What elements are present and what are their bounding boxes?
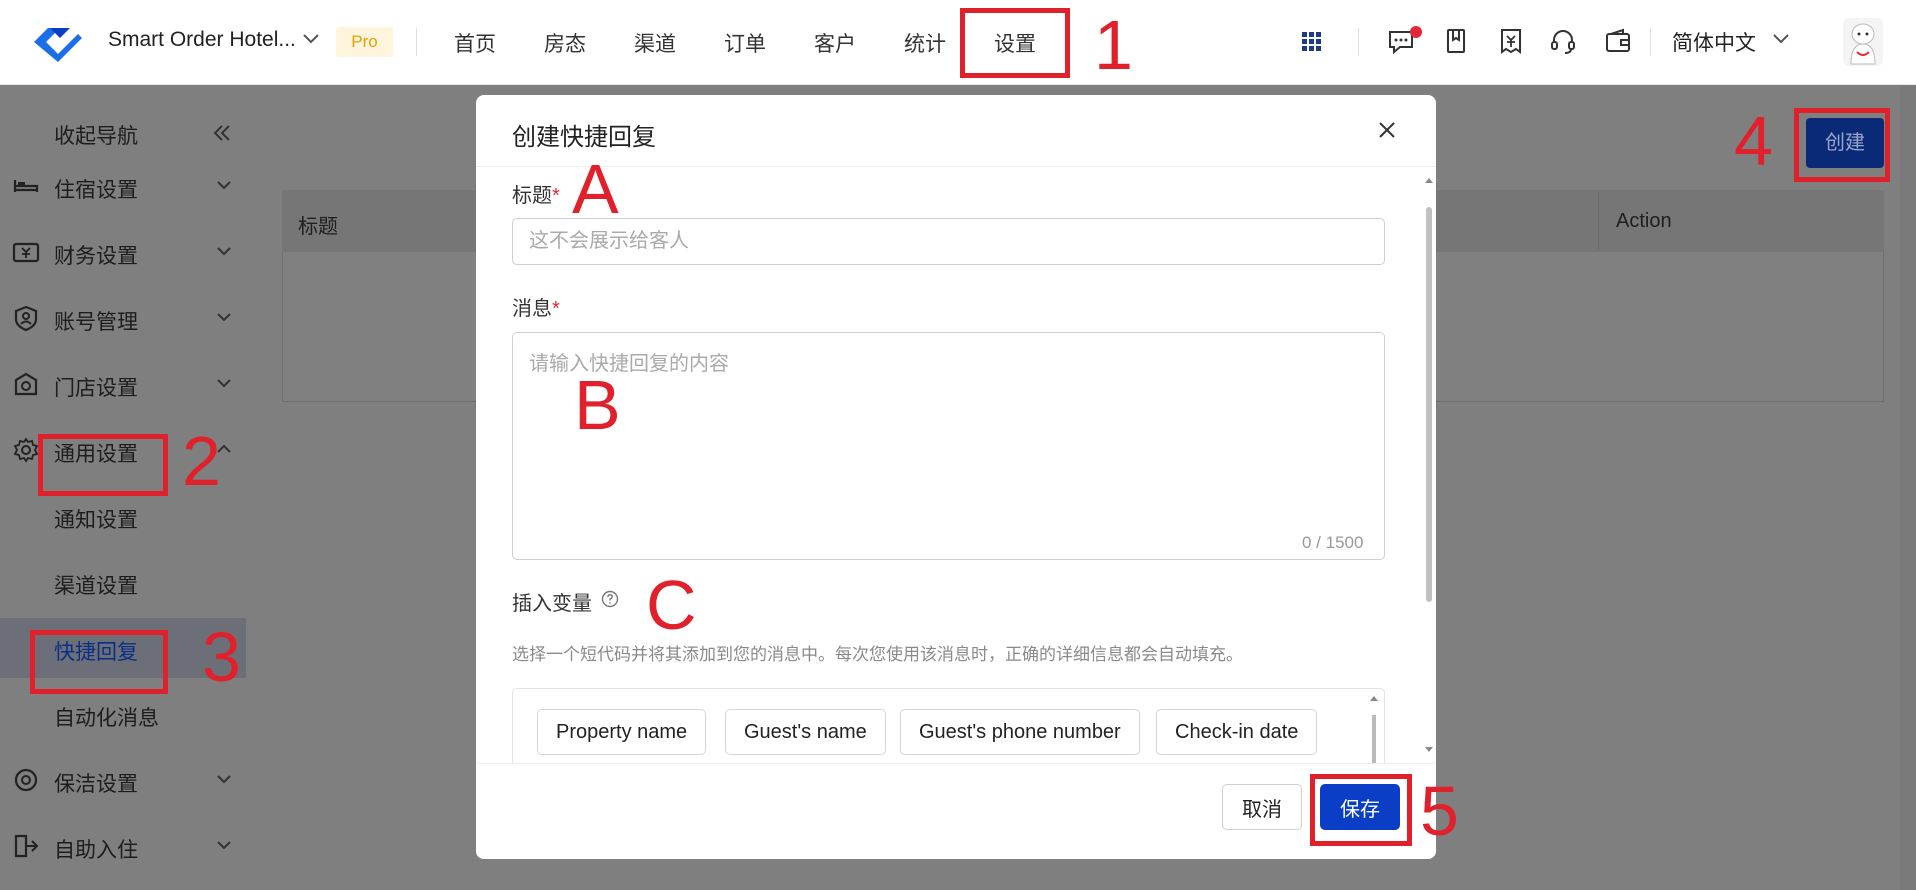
annotation-number-5: 5 xyxy=(1420,772,1459,850)
bed-icon xyxy=(13,180,39,192)
dialog-title: 创建快捷回复 xyxy=(512,124,656,151)
required-asterisk: * xyxy=(552,298,560,320)
chips-scrollbar[interactable] xyxy=(1369,693,1379,765)
dialog-scrollbar[interactable] xyxy=(1422,175,1436,759)
column-header-action: Action xyxy=(1616,210,1672,232)
wallet-icon[interactable] xyxy=(1603,26,1633,56)
divider xyxy=(1598,192,1599,250)
chevron-down-icon xyxy=(217,841,231,850)
sidebar-item-label: 住宿设置 xyxy=(54,179,138,202)
sidebar-item-lodging[interactable]: 住宿设置 xyxy=(0,156,246,216)
variable-chip-property-name[interactable]: Property name xyxy=(537,709,707,755)
sidebar-item-account[interactable]: 账号管理 xyxy=(0,288,246,348)
annotation-box-1 xyxy=(960,8,1070,78)
nav-statistics[interactable]: 统计 xyxy=(904,28,946,58)
character-counter: 0 / 1500 xyxy=(1302,533,1364,552)
sidebar-item-self-checkin[interactable]: 自助入住 xyxy=(0,816,246,876)
account-icon xyxy=(14,305,38,332)
sidebar-item-label: 门店设置 xyxy=(54,377,138,400)
annotation-number-1: 1 xyxy=(1094,6,1133,84)
notification-dot xyxy=(1410,26,1422,38)
scroll-up-arrow-icon[interactable] xyxy=(1424,175,1434,185)
nav-customers[interactable]: 客户 xyxy=(814,28,856,58)
required-asterisk: * xyxy=(552,185,560,207)
app-logo-icon[interactable] xyxy=(30,20,86,64)
annotation-box-5 xyxy=(1310,774,1412,846)
annotation-letter-c: C xyxy=(646,566,697,644)
annotation-number-3: 3 xyxy=(202,618,241,696)
variables-help-text: 选择一个短代码并将其添加到您的消息中。每次您使用该消息时，正确的详细信息都会自动… xyxy=(512,645,1243,664)
variable-chip-guest-phone[interactable]: Guest's phone number xyxy=(900,709,1140,755)
sidebar-item-label: 自助入住 xyxy=(54,839,138,862)
nav-room-status[interactable]: 房态 xyxy=(544,28,586,58)
nav-channels[interactable]: 渠道 xyxy=(634,28,676,58)
annotation-letter-b: B xyxy=(574,366,621,444)
sidebar-item-channel-settings[interactable]: 渠道设置 xyxy=(0,552,246,612)
page-scrollbar[interactable] xyxy=(1900,86,1916,890)
annotation-box-2 xyxy=(38,434,168,496)
sidebar-item-finance[interactable]: 财务设置 xyxy=(0,222,246,282)
divider xyxy=(1650,28,1651,56)
avatar[interactable] xyxy=(1843,18,1883,66)
annotation-box-3 xyxy=(30,630,168,694)
sidebar-item-label: 账号管理 xyxy=(54,311,138,334)
divider xyxy=(1358,28,1359,56)
headset-icon[interactable] xyxy=(1548,26,1578,56)
sidebar-item-label: 自动化消息 xyxy=(54,707,159,730)
dialog-footer: 取消 保存 xyxy=(476,763,1436,859)
checkin-icon xyxy=(14,834,39,858)
sidebar-item-cleaning[interactable]: 保洁设置 xyxy=(0,750,246,810)
nav-home[interactable]: 首页 xyxy=(454,28,496,58)
variable-chip-checkin-date[interactable]: Check-in date xyxy=(1156,709,1318,755)
dialog-header: 创建快捷回复 xyxy=(476,95,1436,167)
book-icon[interactable] xyxy=(1441,26,1471,56)
language-selector[interactable]: 简体中文 xyxy=(1672,27,1756,57)
sidebar-collapse[interactable]: 收起导航 xyxy=(0,102,246,162)
cleaning-icon xyxy=(14,768,38,792)
scroll-down-arrow-icon[interactable] xyxy=(1424,745,1434,755)
nav-orders[interactable]: 订单 xyxy=(724,28,766,58)
sidebar-item-store[interactable]: 门店设置 xyxy=(0,354,246,414)
message-textarea[interactable] xyxy=(512,332,1385,560)
annotation-box-4 xyxy=(1794,108,1890,182)
sidebar-item-label: 保洁设置 xyxy=(54,773,138,796)
hotel-name[interactable]: Smart Order Hotel... xyxy=(108,28,296,52)
annotation-letter-a: A xyxy=(572,150,619,228)
pro-badge: Pro xyxy=(336,27,393,57)
top-navigation-bar: Smart Order Hotel... Pro 首页 房态 渠道 订单 客户 … xyxy=(0,0,1916,85)
store-icon xyxy=(14,372,38,396)
grid-icon[interactable] xyxy=(1296,26,1326,56)
chevron-down-icon xyxy=(217,181,231,190)
chevron-down-icon xyxy=(217,775,231,784)
chevron-down-icon xyxy=(217,379,231,388)
chevron-down-icon xyxy=(217,313,231,322)
cancel-button[interactable]: 取消 xyxy=(1222,784,1302,830)
finance-icon xyxy=(12,242,40,263)
sidebar-item-label: 财务设置 xyxy=(54,245,138,268)
title-field-label: 标题* xyxy=(512,185,560,207)
annotation-number-2: 2 xyxy=(182,422,221,500)
create-quick-reply-dialog: 创建快捷回复 标题* 消息* 0 / 1500 插入变量 选择一个短代码并将其添… xyxy=(476,95,1436,859)
scrollbar-thumb[interactable] xyxy=(1426,207,1432,602)
gear-icon xyxy=(13,437,39,463)
variables-label: 插入变量 xyxy=(512,593,592,615)
message-field-label: 消息* xyxy=(512,298,560,320)
column-header-title: 标题 xyxy=(298,216,338,238)
double-chevron-left-icon[interactable] xyxy=(212,124,232,142)
chevron-down-icon xyxy=(217,247,231,256)
invoice-icon[interactable] xyxy=(1496,26,1526,56)
chevron-down-icon[interactable] xyxy=(1772,33,1790,45)
annotation-number-4: 4 xyxy=(1734,102,1773,180)
chevron-down-icon[interactable] xyxy=(302,33,320,45)
title-input[interactable] xyxy=(512,218,1385,265)
variable-chip-guest-name[interactable]: Guest's name xyxy=(725,709,886,755)
close-icon[interactable] xyxy=(1374,117,1400,143)
variables-list: Property name Guest's name Guest's phone… xyxy=(512,688,1385,768)
sidebar-item-label: 通知设置 xyxy=(54,509,138,532)
divider xyxy=(416,28,417,56)
sidebar-item-label: 渠道设置 xyxy=(54,575,138,598)
help-icon[interactable] xyxy=(601,590,619,608)
sidebar-collapse-label: 收起导航 xyxy=(54,125,138,148)
